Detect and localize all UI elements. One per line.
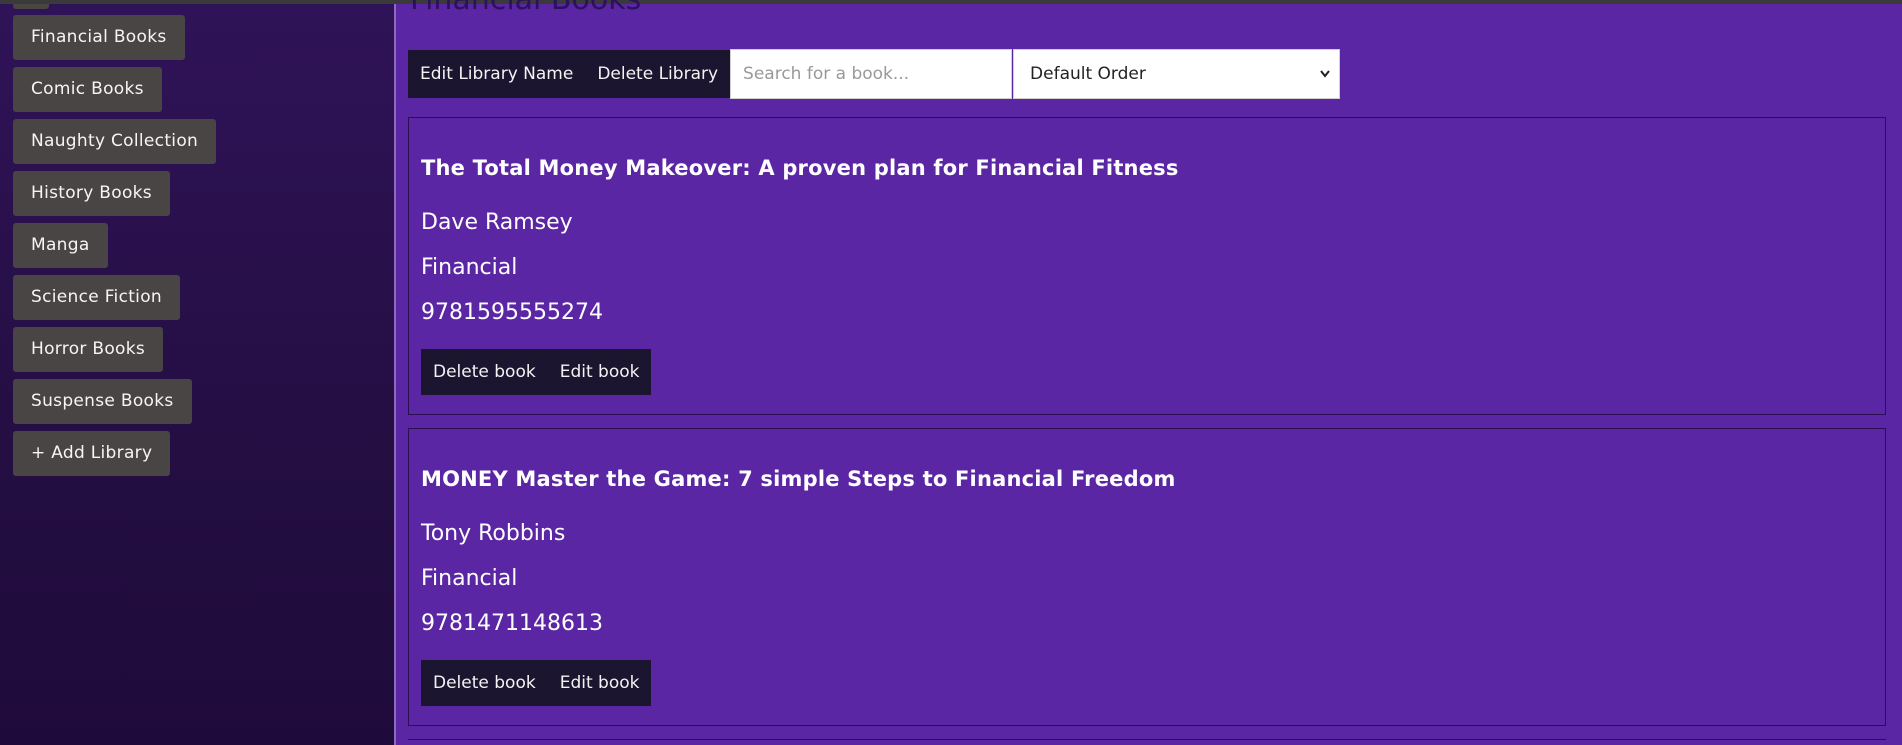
library-actions: Edit Library Name Delete Library (408, 50, 731, 98)
book-author: Dave Ramsey (421, 210, 573, 235)
order-select-value: Default Order (1030, 64, 1146, 84)
book-card: The Total Money Makeover: A proven plan … (408, 117, 1886, 415)
sidebar-item-history-books[interactable]: History Books (13, 171, 170, 216)
book-actions: Delete book Edit book (421, 349, 652, 395)
delete-book-button[interactable]: Delete book (421, 349, 548, 395)
app-window: Financial Books Comic Books Naughty Coll… (0, 0, 1902, 745)
sidebar: Financial Books Comic Books Naughty Coll… (0, 4, 394, 745)
sidebar-item-manga[interactable]: Manga (13, 223, 108, 268)
sidebar-item-comic-books[interactable]: Comic Books (13, 67, 162, 112)
page-title: Financial Books (410, 0, 641, 17)
order-select[interactable]: Default Order (1013, 49, 1341, 99)
library-toolbar: Edit Library Name Delete Library Default… (408, 49, 1341, 99)
sidebar-item-naughty-collection[interactable]: Naughty Collection (13, 119, 217, 164)
sidebar-item-suspense-books[interactable]: Suspense Books (13, 379, 192, 424)
book-category: Financial (421, 566, 518, 591)
edit-book-button[interactable]: Edit book (548, 660, 652, 706)
book-search-input[interactable] (730, 49, 1013, 99)
sidebar-item-horror-books[interactable]: Horror Books (13, 327, 164, 372)
sidebar-item-financial-books[interactable]: Financial Books (13, 15, 185, 60)
edit-library-name-button[interactable]: Edit Library Name (408, 50, 585, 98)
sidebar-item-hidden[interactable] (13, 4, 49, 9)
book-title: MONEY Master the Game: 7 simple Steps to… (421, 467, 1176, 491)
add-library-button[interactable]: + Add Library (13, 431, 171, 476)
delete-library-button[interactable]: Delete Library (585, 50, 730, 98)
book-author: Tony Robbins (421, 521, 566, 546)
main-content: Financial Books Edit Library Name Delete… (396, 0, 1902, 745)
delete-book-button[interactable]: Delete book (421, 660, 548, 706)
book-title: The Total Money Makeover: A proven plan … (421, 156, 1179, 180)
book-actions: Delete book Edit book (421, 660, 652, 706)
book-category: Financial (421, 255, 518, 280)
chevron-down-icon (1319, 50, 1331, 119)
book-isbn: 9781471148613 (421, 611, 603, 636)
sidebar-item-science-fiction[interactable]: Science Fiction (13, 275, 180, 320)
book-isbn: 9781595555274 (421, 300, 603, 325)
book-card-partial (408, 739, 1886, 745)
edit-book-button[interactable]: Edit book (548, 349, 652, 395)
book-card: MONEY Master the Game: 7 simple Steps to… (408, 428, 1886, 726)
